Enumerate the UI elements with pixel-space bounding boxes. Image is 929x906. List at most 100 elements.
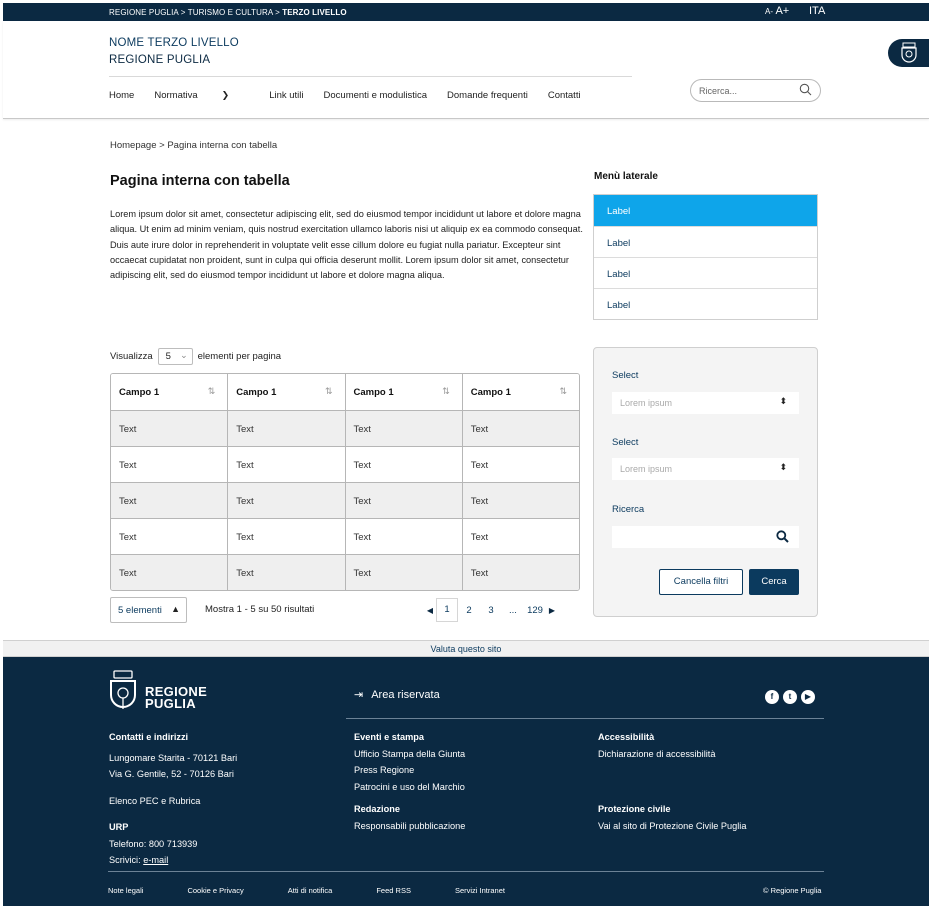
table-cell: Text xyxy=(344,555,462,590)
select2-field[interactable]: Lorem ipsum ⬍ xyxy=(612,458,799,480)
nav-contatti[interactable]: Contatti xyxy=(548,90,581,101)
table-cell: Text xyxy=(461,519,579,554)
per-page-value: 5 xyxy=(165,351,171,362)
site-header: NOME TERZO LIVELLO REGIONE PUGLIA Home N… xyxy=(3,21,929,119)
intro-paragraph: Lorem ipsum dolor sit amet, consectetur … xyxy=(110,209,583,281)
page-link[interactable]: 129 xyxy=(524,605,546,616)
copyright: © Regione Puglia xyxy=(763,886,822,895)
accessibility-badge[interactable] xyxy=(888,39,929,67)
column-header-label: Campo 1 xyxy=(470,387,511,398)
select1-field[interactable]: Lorem ipsum ⬍ xyxy=(612,392,799,414)
footer-link[interactable]: Responsabili pubblicazione xyxy=(354,818,465,835)
page-link[interactable]: 2 xyxy=(458,605,480,616)
footer-col-title: Accessibilità xyxy=(598,732,655,742)
youtube-icon[interactable]: ▶ xyxy=(801,690,815,704)
rate-site-bar[interactable]: Valuta questo sito xyxy=(3,640,929,657)
footer-col-accessibility: Accessibilità Dichiarazione di accessibi… xyxy=(598,729,746,834)
facebook-icon[interactable]: f xyxy=(765,690,779,704)
search-input[interactable]: Ricerca... xyxy=(690,79,821,102)
sort-icon[interactable]: ⇅ xyxy=(208,386,216,397)
table-row: Text Text Text Text xyxy=(111,518,579,554)
footer-link[interactable]: Vai al sito di Protezione Civile Puglia xyxy=(598,818,746,835)
page-size-select[interactable]: 5 elementi ▲︎ xyxy=(110,597,187,623)
language-selector[interactable]: ITA xyxy=(809,5,825,17)
nav-normativa[interactable]: Normativa ❯ xyxy=(154,90,249,101)
filter-panel: Select Lorem ipsum ⬍ Select Lorem ipsum … xyxy=(593,347,818,617)
select1-label: Select xyxy=(612,370,639,381)
next-page-icon[interactable]: ▶ xyxy=(546,606,558,615)
column-header-label: Campo 1 xyxy=(236,387,277,398)
nav-link-utili[interactable]: Link utili xyxy=(269,90,303,101)
updown-icon: ▲︎ xyxy=(171,604,180,614)
search-icon[interactable] xyxy=(776,530,789,546)
sort-icon[interactable]: ⇅ xyxy=(325,386,333,397)
footer-bottom-link[interactable]: Servizi Intranet xyxy=(455,886,505,895)
site-name-line1: NOME TERZO LIVELLO xyxy=(109,37,239,49)
select1-placeholder: Lorem ipsum xyxy=(620,398,673,408)
font-increase-button[interactable]: A+ xyxy=(775,5,789,17)
reserved-area-link[interactable]: ⇥ Area riservata xyxy=(354,688,440,702)
breadcrumb-separator: > xyxy=(159,140,165,151)
main-nav: Home Normativa ❯ Link utili Documenti e m… xyxy=(109,90,601,101)
footer-link[interactable]: Press Regione xyxy=(354,762,465,779)
side-menu-title: Menù laterale xyxy=(594,171,658,182)
page-link[interactable]: 3 xyxy=(480,605,502,616)
footer-address: Via G. Gentile, 52 - 70126 Bari xyxy=(109,769,234,779)
pagination: ◀ 1 2 3 ... 129 ▶ xyxy=(424,597,558,623)
column-header[interactable]: Campo 1 ⇅ xyxy=(461,374,579,410)
top-crumb-turismo[interactable]: TURISMO E CULTURA xyxy=(188,8,273,17)
per-page-select[interactable]: 5 ⌄ xyxy=(157,348,193,365)
filter-search-input[interactable] xyxy=(612,526,799,548)
side-menu: Label Label Label Label xyxy=(593,194,818,320)
footer-bottom-links: Note legali Cookie e Privacy Atti di not… xyxy=(108,886,549,895)
column-header[interactable]: Campo 1 ⇅ xyxy=(227,374,345,410)
twitter-icon[interactable]: t xyxy=(783,690,797,704)
footer-email-link[interactable]: e-mail xyxy=(143,855,168,865)
footer-logo[interactable] xyxy=(108,669,138,722)
table-cell: Text xyxy=(119,460,137,471)
column-header[interactable]: Campo 1 ⇅ xyxy=(111,374,228,410)
font-size-controls: A- A+ xyxy=(765,5,789,17)
breadcrumb-home[interactable]: Homepage xyxy=(110,140,156,151)
table-cell: Text xyxy=(461,483,579,518)
nav-faq[interactable]: Domande frequenti xyxy=(447,90,528,101)
per-page-control: Visualizza 5 ⌄ elementi per pagina xyxy=(110,348,281,365)
table-cell: Text xyxy=(227,555,345,590)
side-menu-item[interactable]: Label xyxy=(594,226,817,257)
table-header-row: Campo 1 ⇅ Campo 1 ⇅ Campo 1 ⇅ Campo 1 ⇅ xyxy=(111,374,579,410)
side-menu-item[interactable]: Label xyxy=(594,288,817,319)
nav-documenti[interactable]: Documenti e modulistica xyxy=(324,90,428,101)
footer-link[interactable]: Patrocini e uso del Marchio xyxy=(354,779,465,796)
side-menu-item[interactable]: Label xyxy=(594,257,817,288)
nav-home[interactable]: Home xyxy=(109,90,134,101)
table-row: Text Text Text Text xyxy=(111,554,579,590)
footer-link-pec[interactable]: Elenco PEC e Rubrica xyxy=(109,793,237,810)
footer-col-contacts: Contatti e indirizzi Lungomare Starita -… xyxy=(109,729,237,869)
footer-col-title: Protezione civile xyxy=(598,804,671,814)
top-crumb-regione[interactable]: REGIONE PUGLIA xyxy=(109,8,178,17)
clear-filters-button[interactable]: Cancella filtri xyxy=(659,569,743,595)
search-icon[interactable] xyxy=(799,83,812,98)
footer-link[interactable]: Ufficio Stampa della Giunta xyxy=(354,746,465,763)
site-name[interactable]: NOME TERZO LIVELLO REGIONE PUGLIA xyxy=(109,35,239,69)
footer-divider xyxy=(346,718,824,719)
chevron-down-icon: ❯ xyxy=(221,90,230,100)
side-menu-item-active[interactable]: Label xyxy=(594,195,817,226)
sort-icon[interactable]: ⇅ xyxy=(442,386,450,397)
footer-bottom-link[interactable]: Cookie e Privacy xyxy=(187,886,243,895)
footer-phone: Telefono: 800 713939 xyxy=(109,838,198,849)
footer-link[interactable]: Dichiarazione di accessibilità xyxy=(598,746,746,763)
search-button[interactable]: Cerca xyxy=(749,569,799,595)
sort-icon[interactable]: ⇅ xyxy=(559,386,567,397)
header-divider xyxy=(109,76,632,77)
footer-bottom-link[interactable]: Note legali xyxy=(108,886,143,895)
footer-bottom-link[interactable]: Feed RSS xyxy=(376,886,411,895)
font-decrease-button[interactable]: A- xyxy=(765,7,773,16)
footer-bottom-link[interactable]: Atti di notifica xyxy=(288,886,333,895)
column-header[interactable]: Campo 1 ⇅ xyxy=(344,374,462,410)
column-header-label: Campo 1 xyxy=(353,387,394,398)
prev-page-icon[interactable]: ◀ xyxy=(424,606,436,615)
footer-address: Lungomare Starita - 70121 Bari xyxy=(109,752,238,763)
page-link-current[interactable]: 1 xyxy=(436,598,458,622)
table-cell: Text xyxy=(344,483,462,518)
